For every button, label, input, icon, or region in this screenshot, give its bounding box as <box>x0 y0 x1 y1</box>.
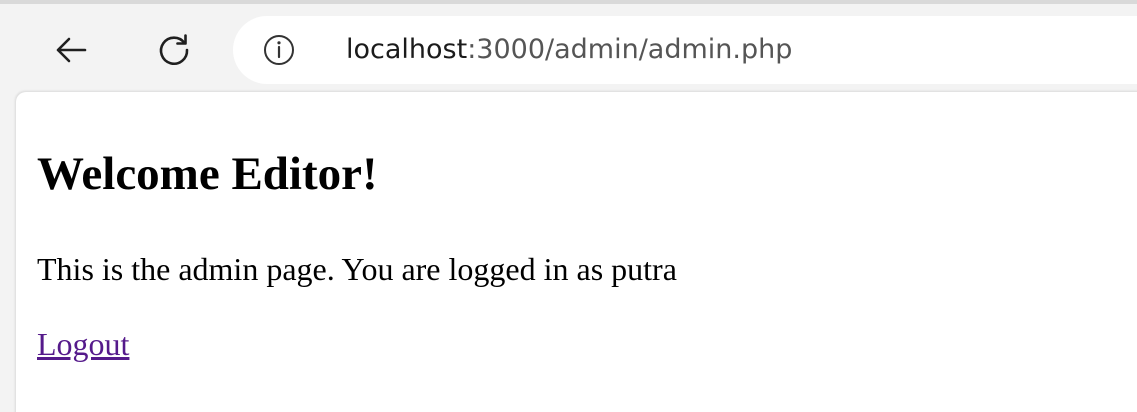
browser-toolbar: localhost:3000/admin/admin.php <box>0 4 1137 92</box>
info-icon[interactable] <box>263 34 295 66</box>
back-arrow-icon <box>56 37 87 63</box>
url-text[interactable]: localhost:3000/admin/admin.php <box>346 34 792 66</box>
browser-window: localhost:3000/admin/admin.php Welcome E… <box>0 0 1137 412</box>
url-host: localhost <box>346 34 468 65</box>
logout-link[interactable]: Logout <box>37 325 129 363</box>
reload-button[interactable] <box>150 26 198 74</box>
back-button[interactable] <box>47 26 95 74</box>
address-bar[interactable]: localhost:3000/admin/admin.php <box>233 16 1137 84</box>
admin-message: This is the admin page. You are logged i… <box>37 251 677 287</box>
page-viewport: Welcome Editor! This is the admin page. … <box>16 92 1137 412</box>
page-title: Welcome Editor! <box>37 148 378 200</box>
url-path: :3000/admin/admin.php <box>467 34 793 65</box>
reload-icon <box>159 34 189 65</box>
